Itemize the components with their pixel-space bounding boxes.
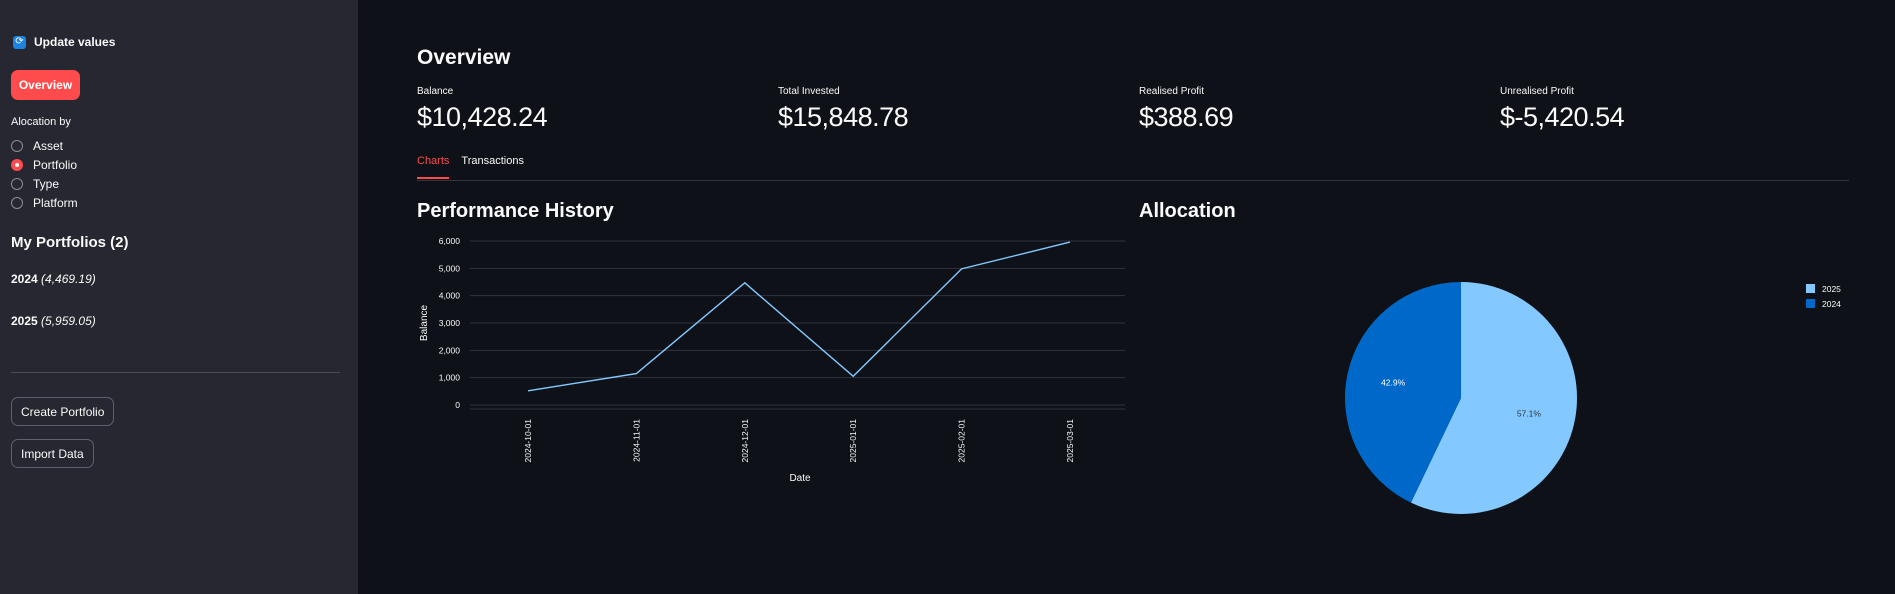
- metric-balance: Balance $10,428.24: [417, 86, 548, 133]
- radio-circle-icon: [11, 139, 23, 152]
- radio-circle-icon: [11, 196, 23, 209]
- radio-label: Asset: [33, 138, 64, 153]
- metric-realised-profit: Realised Profit $388.69: [1139, 86, 1234, 133]
- radio-selected-icon: [11, 158, 23, 171]
- page-title: Overview: [417, 46, 511, 69]
- x-tick-label: 2024-10-01: [523, 419, 533, 463]
- tab-transactions[interactable]: Transactions: [461, 155, 524, 179]
- y-axis-label: Balance: [419, 304, 430, 341]
- update-values-label: Update values: [34, 35, 116, 49]
- performance-history-title: Performance History: [417, 200, 614, 222]
- radio-platform[interactable]: Platform: [11, 193, 78, 212]
- y-tick-label: 3,000: [439, 318, 461, 328]
- radio-type[interactable]: Type: [11, 174, 78, 193]
- metric-value: $-5,420.54: [1500, 102, 1625, 132]
- y-tick-label: 4,000: [439, 291, 461, 301]
- portfolio-value: (5,959.05): [41, 314, 96, 328]
- legend-label[interactable]: 2025: [1822, 284, 1841, 294]
- portfolio-item-2024[interactable]: 2024 (4,469.19): [11, 272, 96, 286]
- allocation-pie-chart: 57.1% 42.9% 2025 2024: [1345, 282, 1841, 514]
- y-tick-label: 1,000: [439, 373, 461, 383]
- portfolio-item-2025[interactable]: 2025 (5,959.05): [11, 314, 96, 328]
- import-data-button[interactable]: Import Data: [11, 439, 94, 468]
- metric-total-invested: Total Invested $15,848.78: [778, 86, 909, 133]
- x-axis-label: Date: [789, 473, 811, 484]
- y-tick-label: 6,000: [439, 236, 461, 246]
- performance-line-chart: 0 1,000 2,000 3,000 4,000 5,000 6,000 2024-10-…: [419, 236, 1125, 484]
- radio-label: Type: [33, 176, 60, 191]
- metric-value: $388.69: [1139, 102, 1234, 132]
- sidebar: ⟳ Update values Overview Alocation by As…: [0, 0, 358, 594]
- portfolio-name: 2024: [11, 272, 38, 286]
- radio-label: Platform: [33, 195, 78, 210]
- balance-series-line: [527, 241, 1071, 392]
- y-tick-label: 5,000: [439, 263, 461, 273]
- legend-swatch[interactable]: [1806, 299, 1815, 308]
- portfolio-name: 2025: [11, 314, 38, 328]
- metric-label: Realised Profit: [1139, 86, 1205, 97]
- overview-button[interactable]: Overview: [11, 70, 80, 100]
- x-tick-label: 2025-01-01: [848, 419, 858, 463]
- tab-divider: [417, 180, 1849, 181]
- my-portfolios-heading: My Portfolios (2): [11, 234, 129, 251]
- radio-asset[interactable]: Asset: [11, 136, 78, 155]
- metric-value: $15,848.78: [778, 102, 909, 132]
- metric-unrealised-profit: Unrealised Profit $-5,420.54: [1500, 86, 1625, 133]
- pie-value-label: 42.9%: [1381, 378, 1406, 388]
- legend-swatch[interactable]: [1806, 284, 1815, 293]
- tab-bar: Charts Transactions: [417, 155, 524, 179]
- y-tick-label: 2,000: [439, 345, 461, 355]
- pie-value-label: 57.1%: [1517, 408, 1542, 418]
- allocation-radio-group: Asset Portfolio Type Platform: [11, 136, 78, 212]
- x-tick-label: 2024-11-01: [631, 419, 641, 462]
- legend-label[interactable]: 2024: [1822, 299, 1841, 309]
- create-portfolio-button[interactable]: Create Portfolio: [11, 397, 115, 426]
- portfolio-value: (4,469.19): [41, 272, 96, 286]
- metric-label: Total Invested: [778, 86, 840, 97]
- update-values-toggle[interactable]: ⟳ Update values: [13, 35, 115, 49]
- radio-label: Portfolio: [33, 157, 78, 172]
- allocation-title: Allocation: [1139, 200, 1236, 222]
- refresh-icon: ⟳: [13, 35, 26, 49]
- x-tick-label: 2025-02-01: [957, 419, 967, 463]
- x-tick-label: 2025-03-01: [1065, 419, 1075, 463]
- metric-label: Balance: [417, 86, 454, 97]
- allocation-by-label: Alocation by: [11, 116, 71, 128]
- radio-circle-icon: [11, 177, 23, 190]
- tab-charts[interactable]: Charts: [417, 155, 450, 179]
- x-tick-label: 2024-12-01: [740, 419, 750, 463]
- metric-label: Unrealised Profit: [1500, 86, 1574, 97]
- y-tick-label: 0: [455, 400, 460, 410]
- metric-value: $10,428.24: [417, 102, 548, 132]
- radio-portfolio[interactable]: Portfolio: [11, 155, 78, 174]
- sidebar-divider: [11, 372, 340, 373]
